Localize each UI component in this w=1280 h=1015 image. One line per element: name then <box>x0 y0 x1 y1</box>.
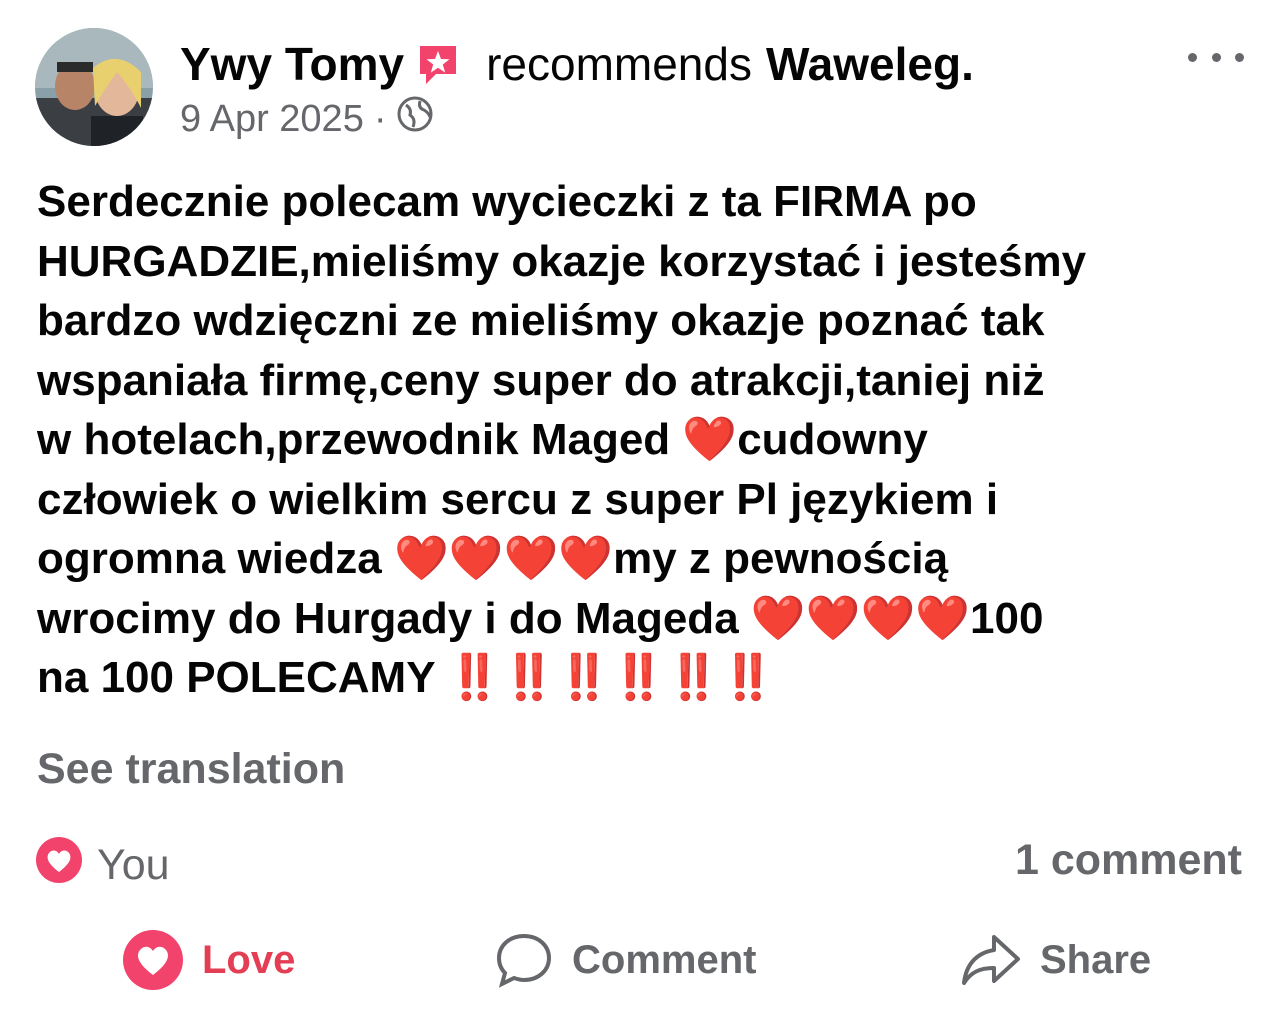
love-label: Love <box>202 937 296 982</box>
reaction-summary[interactable]: You <box>35 836 170 895</box>
recommendation-badge-icon <box>414 40 462 88</box>
comment-icon <box>496 933 552 988</box>
post-date[interactable]: 9 Apr 2025 <box>180 98 364 141</box>
page-name-link[interactable]: Waweleg. <box>766 36 974 92</box>
share-button[interactable]: Share <box>960 928 1151 992</box>
meta-separator: · <box>373 97 387 140</box>
comment-button[interactable]: Comment <box>494 928 756 992</box>
share-label: Share <box>1040 937 1152 982</box>
recommendation-post: Ywy Tomy recommends Waweleg. 9 Apr 2025 … <box>0 0 1280 1015</box>
share-icon <box>962 935 1020 985</box>
more-options-icon[interactable] <box>1188 42 1244 72</box>
love-icon <box>123 930 183 990</box>
comment-count[interactable]: 1 comment <box>1015 836 1242 885</box>
author-name[interactable]: Ywy Tomy <box>180 36 404 92</box>
comment-label: Comment <box>572 937 757 982</box>
author-avatar[interactable] <box>35 28 153 146</box>
reaction-names: You <box>97 841 170 889</box>
post-body: Serdecznie polecam wycieczki z ta FIRMA … <box>37 177 1087 702</box>
globe-icon <box>396 95 434 143</box>
love-button[interactable]: Love <box>122 928 295 992</box>
recommends-label: recommends <box>486 38 752 90</box>
see-translation-link[interactable]: See translation <box>37 745 345 794</box>
love-reaction-icon <box>35 836 97 895</box>
action-bar: Love Comment Share <box>0 920 1280 1000</box>
